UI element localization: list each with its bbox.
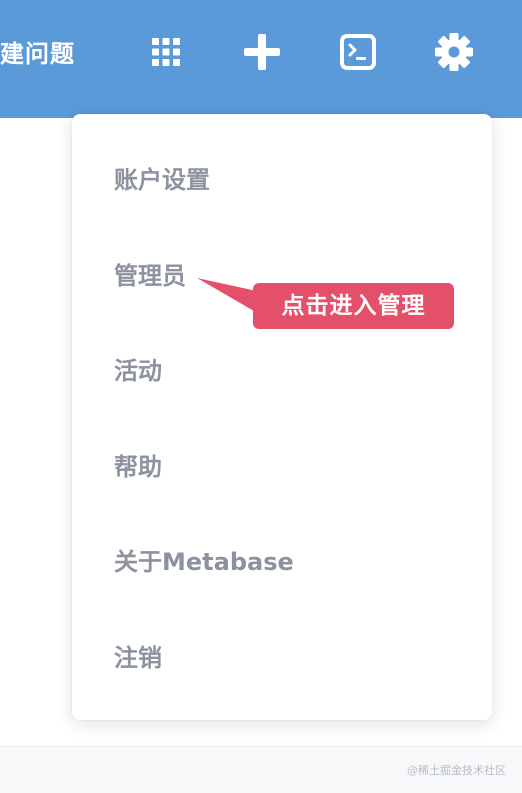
menu-item-account-settings[interactable]: 账户设置: [114, 160, 210, 200]
new-question-label[interactable]: 建问题: [0, 34, 75, 69]
menu-item-about[interactable]: 关于Metabase: [114, 542, 294, 582]
menu-item-logout[interactable]: 注销: [114, 638, 162, 678]
grid-icon[interactable]: [146, 32, 186, 72]
menu-item-help[interactable]: 帮助: [114, 447, 162, 487]
callout-label: 点击进入管理: [281, 293, 426, 319]
gear-icon[interactable]: [434, 32, 474, 72]
menu-item-admin[interactable]: 管理员: [114, 256, 186, 296]
watermark: @稀土掘金技术社区: [407, 764, 506, 777]
terminal-icon[interactable]: [338, 32, 378, 72]
menu-item-activity[interactable]: 活动: [114, 351, 162, 391]
top-navigation-bar: 建问题: [0, 0, 522, 118]
settings-dropdown-menu: 账户设置 管理员 活动 帮助 关于Metabase 注销: [72, 114, 492, 720]
plus-icon[interactable]: [242, 32, 282, 72]
